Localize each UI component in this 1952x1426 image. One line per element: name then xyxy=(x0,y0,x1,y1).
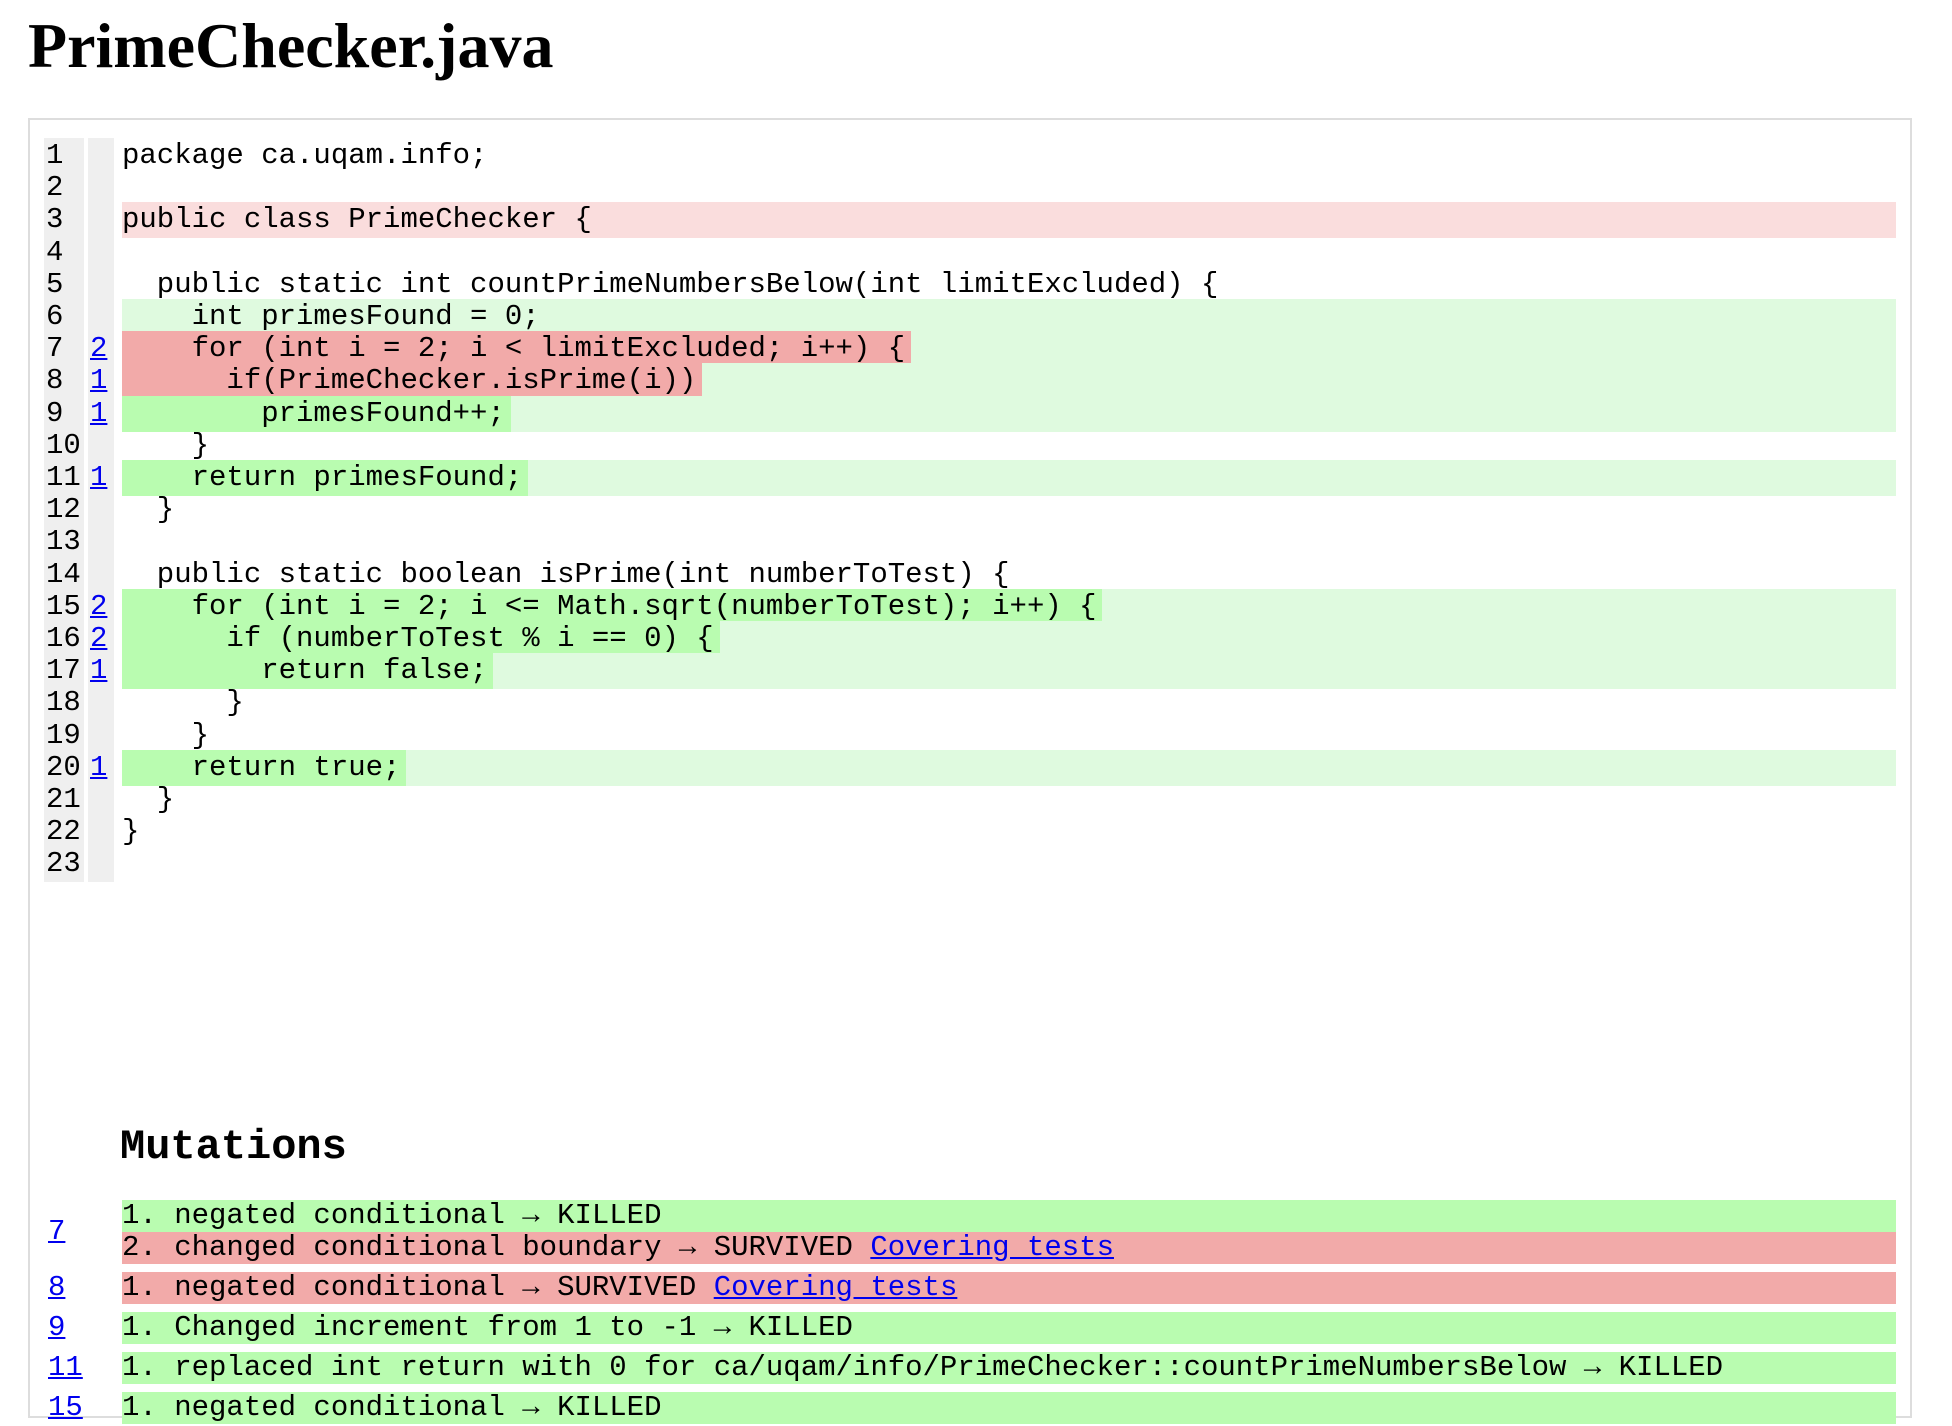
page-title: PrimeChecker.java xyxy=(28,10,554,81)
line-link[interactable]: 15 xyxy=(48,1391,83,1424)
mutation-count-link[interactable]: 1 xyxy=(90,364,107,397)
covering-tests-link[interactable]: Covering tests xyxy=(870,1232,1114,1264)
covering-tests-link[interactable]: Covering tests xyxy=(714,1272,958,1304)
line-link[interactable]: 8 xyxy=(48,1271,65,1304)
mutation-count xyxy=(88,846,114,883)
mutation-item: 1. replaced int return with 0 for ca/uqa… xyxy=(122,1352,1896,1384)
source-panel: 1 package ca.uqam.info; 2 3 public class Pri… xyxy=(28,118,1914,1424)
mutation-description: 2. changed conditional boundary → SURVIV… xyxy=(122,1232,871,1264)
line-link[interactable]: 9 xyxy=(48,1311,65,1344)
mutation-description: 1. replaced int return with 0 for ca/uqa… xyxy=(122,1352,1724,1384)
mutation-count-link[interactable]: 1 xyxy=(90,461,107,494)
mutation-count-link[interactable]: 1 xyxy=(90,751,107,784)
mutation-description: 1. negated conditional → KILLED xyxy=(122,1392,662,1424)
mutation-item: 1. negated conditional → KILLED xyxy=(122,1392,1896,1424)
mutation-item: 2. changed conditional boundary → SURVIV… xyxy=(122,1232,1896,1264)
mutation-line-link[interactable]: 9 xyxy=(48,1310,65,1346)
mutation-line-link[interactable]: 8 xyxy=(48,1270,65,1306)
mutation-description: 1. negated conditional → SURVIVED xyxy=(122,1272,714,1304)
mutation-description: 1. Changed increment from 1 to -1 → KILL… xyxy=(122,1312,853,1344)
mutation-description: 1. negated conditional → KILLED xyxy=(122,1200,662,1232)
mutations-heading: Mutations xyxy=(120,1123,347,1171)
mutation-count-link[interactable]: 1 xyxy=(90,397,107,430)
mutation-item: 1. negated conditional → KILLED xyxy=(122,1200,1896,1232)
mutation-line-link[interactable]: 15 xyxy=(48,1390,83,1426)
mutation-count-link[interactable]: 1 xyxy=(90,654,107,687)
mutation-item: 1. negated conditional → SURVIVED Coveri… xyxy=(122,1272,1896,1304)
mutation-item: 1. Changed increment from 1 to -1 → KILL… xyxy=(122,1312,1896,1344)
line-number: 23 xyxy=(44,846,84,883)
source-line: 23 xyxy=(30,844,1914,884)
mutation-count-link[interactable]: 2 xyxy=(90,332,107,365)
mutation-count-link[interactable]: 2 xyxy=(90,622,107,655)
line-link[interactable]: 11 xyxy=(48,1351,83,1384)
mutation-count-link[interactable]: 2 xyxy=(90,590,107,623)
mutation-line-link[interactable]: 7 xyxy=(48,1214,65,1250)
line-link[interactable]: 7 xyxy=(48,1215,65,1248)
mutation-line-link[interactable]: 11 xyxy=(48,1350,83,1386)
